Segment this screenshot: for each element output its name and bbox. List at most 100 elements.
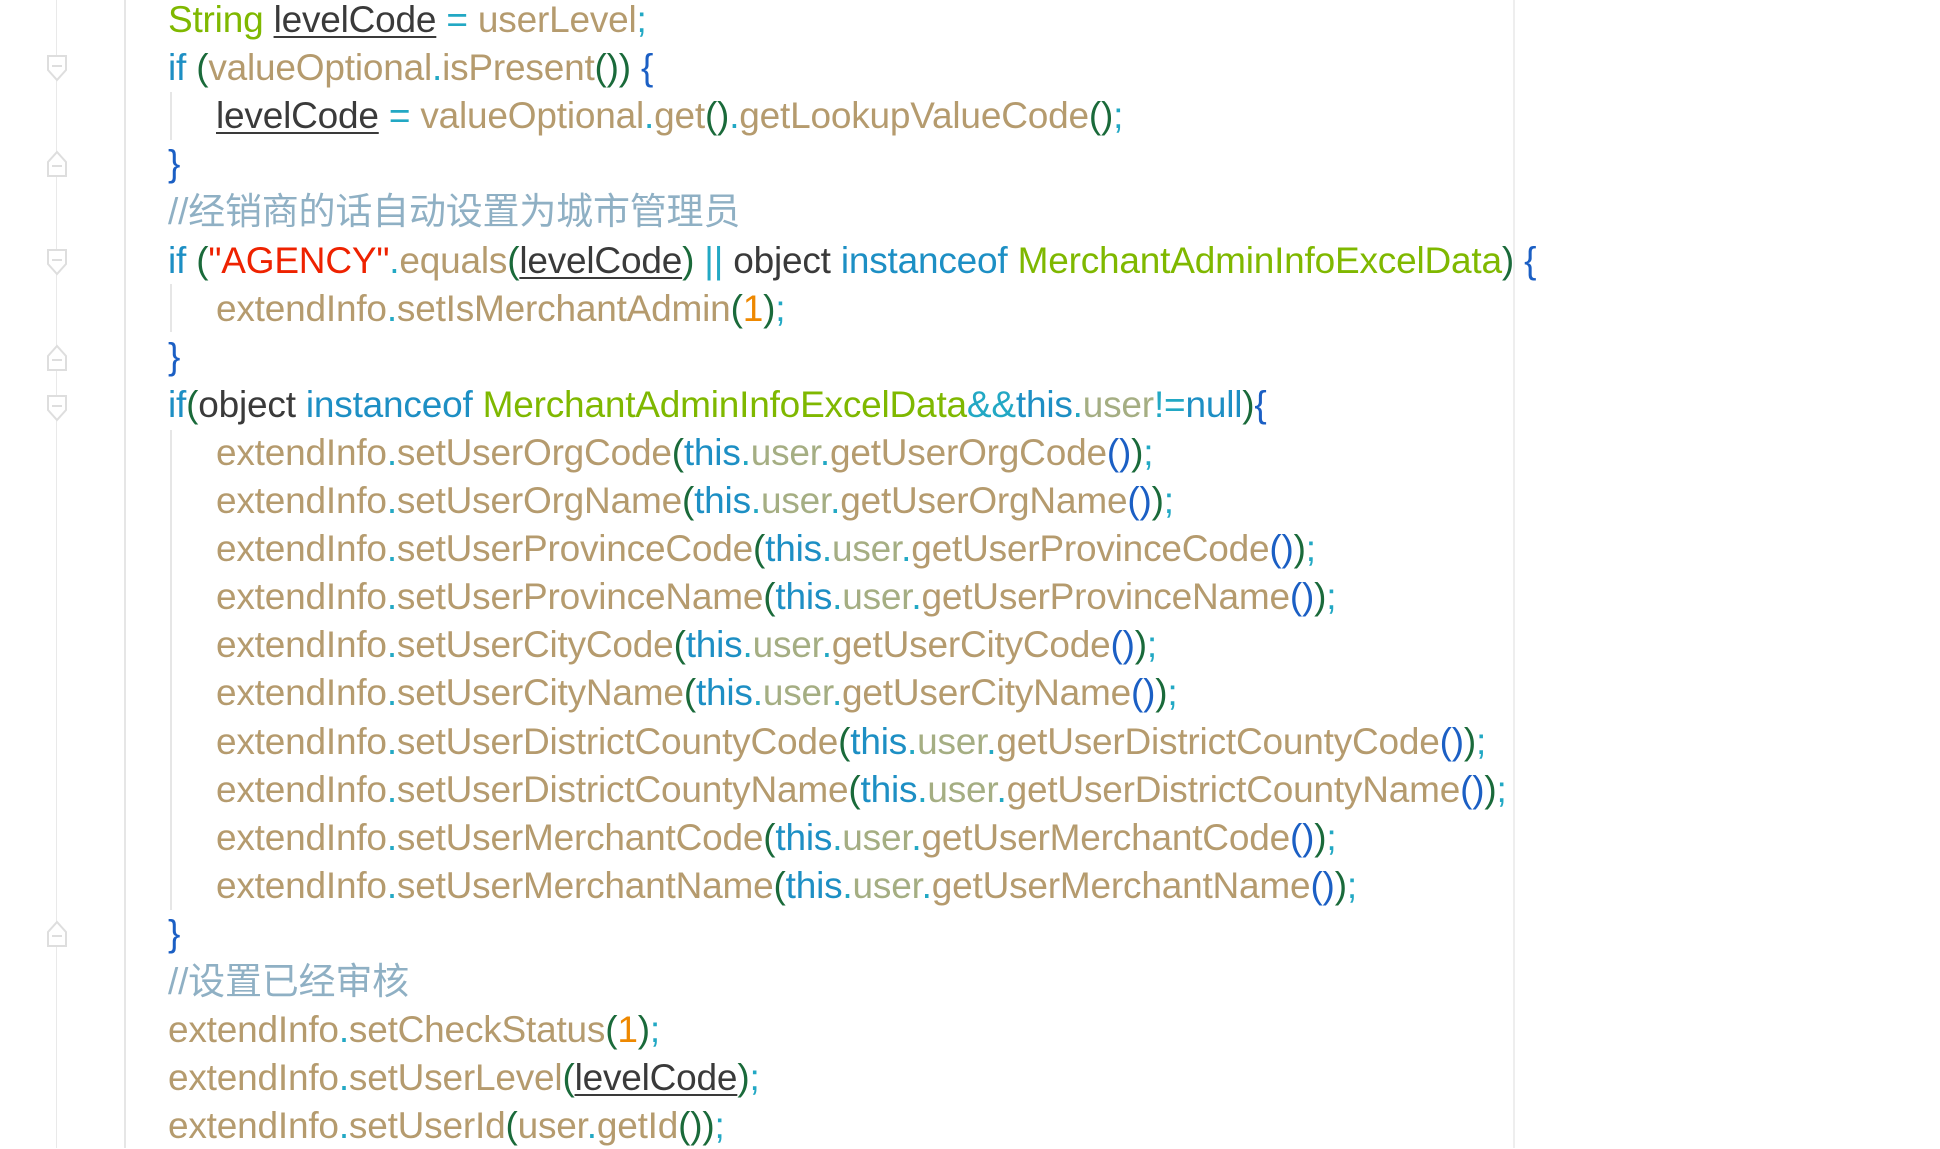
code-line[interactable]: }	[168, 334, 180, 380]
code-token-brace: ()	[1310, 864, 1335, 906]
code-token-method: getUserOrgName	[840, 480, 1128, 521]
code-token-field: user	[750, 431, 820, 473]
code-token-operator: ;	[1167, 672, 1178, 714]
code-token-keyword: if	[168, 383, 187, 425]
code-line[interactable]: extendInfo.setUserId(user.getId());	[168, 1103, 725, 1149]
code-line[interactable]: extendInfo.setUserOrgName(this.user.getU…	[216, 478, 1174, 524]
code-token-keyword: this	[765, 528, 822, 570]
code-token-paren: )	[682, 239, 695, 281]
code-token-operator: !=	[1153, 383, 1186, 425]
code-token-operator: .	[338, 1057, 349, 1099]
code-token-operator: .	[386, 431, 397, 473]
code-token-operator: ;	[1163, 480, 1174, 521]
code-token-paren: )	[737, 1057, 750, 1099]
code-line[interactable]: extendInfo.setUserDistrictCountyCode(thi…	[216, 719, 1486, 765]
code-token-paren: )	[1151, 480, 1164, 521]
code-line[interactable]: extendInfo.setCheckStatus(1);	[168, 1007, 660, 1053]
code-line[interactable]: extendInfo.setUserCityName(this.user.get…	[216, 670, 1178, 716]
code-token-type: MerchantAdminInfoExcelData	[482, 383, 967, 425]
code-token-keyword: this	[860, 768, 918, 810]
code-line[interactable]: extendInfo.setUserOrgCode(this.user.getU…	[216, 430, 1154, 476]
code-token-brace: ()	[1439, 720, 1464, 762]
code-token-operator: .	[901, 528, 912, 570]
code-token-method: getUserDistrictCountyName	[1006, 768, 1461, 810]
code-token-operator: .	[832, 576, 843, 618]
code-token-keyword: this	[683, 431, 741, 473]
code-line[interactable]: if (valueOptional.isPresent()) {	[168, 45, 653, 91]
code-token-operator: .	[832, 816, 843, 858]
code-line[interactable]: extendInfo.setUserProvinceCode(this.user…	[216, 526, 1316, 572]
code-line[interactable]: extendInfo.setUserMerchantCode(this.user…	[216, 815, 1337, 861]
code-token-operator: ;	[1326, 576, 1337, 618]
code-line[interactable]: extendInfo.setUserMerchantName(this.user…	[216, 863, 1357, 909]
code-token-paren: )	[1131, 431, 1144, 473]
code-token-operator: .	[386, 287, 397, 329]
code-token-operator: .	[911, 816, 922, 858]
code-token-field: user	[760, 480, 831, 521]
code-token-keyword: this	[850, 720, 908, 762]
code-token-paren: )	[1334, 864, 1347, 906]
code-token-method: userLevel	[477, 0, 637, 40]
code-token-operator: .	[831, 672, 843, 714]
code-token-operator: .	[729, 95, 740, 137]
code-token-number: 1	[617, 1009, 638, 1051]
code-line[interactable]: if(object instanceof MerchantAdminInfoEx…	[168, 382, 1267, 428]
code-token-brace: ()	[1106, 431, 1132, 473]
code-token-method: equals	[399, 239, 508, 281]
code-line[interactable]: if ("AGENCY".equals(levelCode) || object…	[168, 238, 1536, 284]
code-token-operator: .	[821, 624, 832, 666]
code-token-method: extendInfo	[168, 1057, 339, 1099]
code-token-variable	[263, 0, 273, 40]
code-token-brace: }	[168, 143, 181, 185]
code-line[interactable]: extendInfo.setUserProvinceName(this.user…	[216, 574, 1337, 620]
code-token-operator: .	[386, 624, 397, 666]
code-token-type: String	[168, 0, 264, 40]
code-token-method: extendInfo	[216, 624, 387, 666]
code-token-operator: ;	[1305, 528, 1316, 570]
code-token-paren: (	[196, 239, 209, 281]
code-line[interactable]: extendInfo.setUserCityCode(this.user.get…	[216, 622, 1157, 668]
code-token-method: setUserDistrictCountyCode	[396, 720, 839, 762]
code-token-operator: ;	[749, 1057, 760, 1099]
code-token-paren: (	[730, 287, 743, 329]
code-token-number: 1	[742, 287, 764, 329]
code-line[interactable]: String levelCode = userLevel;	[168, 0, 647, 43]
code-token-method: setUserCityName	[396, 672, 684, 714]
code-line[interactable]: }	[168, 911, 180, 957]
code-token-paren: (	[196, 47, 209, 89]
code-token-method: getUserOrgCode	[829, 431, 1107, 473]
code-line[interactable]: //经销商的话自动设置为城市管理员	[168, 189, 740, 235]
code-token-keyword: this	[695, 672, 753, 714]
code-line[interactable]: levelCode = valueOptional.get().getLooku…	[216, 93, 1123, 139]
code-token-operator: ;	[1476, 720, 1487, 762]
code-line[interactable]: }	[168, 141, 180, 187]
code-token-operator: .	[750, 480, 761, 521]
code-editor[interactable]: String levelCode = userLevel; if (valueOp…	[0, 0, 1940, 1148]
code-token-field: user	[1082, 383, 1154, 425]
code-area[interactable]: String levelCode = userLevel; if (valueOp…	[0, 0, 1940, 1148]
code-token-brace: ()	[1289, 576, 1315, 618]
code-line[interactable]: extendInfo.setUserDistrictCountyName(thi…	[216, 767, 1507, 813]
code-token-method: getId	[596, 1105, 679, 1147]
code-token-paren: (	[763, 576, 776, 618]
code-token-comment: //经销商的话自动设置为城市管理员	[168, 191, 741, 233]
code-line[interactable]: extendInfo.setIsMerchantAdmin(1);	[216, 286, 785, 332]
code-token-operator: .	[821, 528, 832, 570]
code-token-keyword: instanceof	[305, 383, 473, 425]
code-token-paren: (	[507, 239, 520, 281]
code-token-brace: ()	[1269, 528, 1294, 570]
code-token-keyword: this	[775, 816, 833, 858]
code-token-brace: ()	[1110, 624, 1135, 666]
code-token-operator: .	[389, 239, 400, 281]
code-token-operator: .	[386, 576, 397, 618]
code-line[interactable]: extendInfo.setUserLevel(levelCode);	[168, 1055, 760, 1101]
code-token-keyword: if	[168, 47, 187, 89]
code-token-field: user	[927, 768, 997, 810]
code-line[interactable]: //设置已经审核	[168, 959, 409, 1005]
code-token-paren: ()	[704, 95, 730, 137]
code-token-method: getUserCityCode	[831, 624, 1111, 666]
code-token-paren: )	[1293, 528, 1306, 570]
code-token-operator: .	[740, 431, 751, 473]
code-token-method: setUserMerchantCode	[396, 816, 764, 858]
code-token-method: setUserCityCode	[396, 624, 674, 666]
